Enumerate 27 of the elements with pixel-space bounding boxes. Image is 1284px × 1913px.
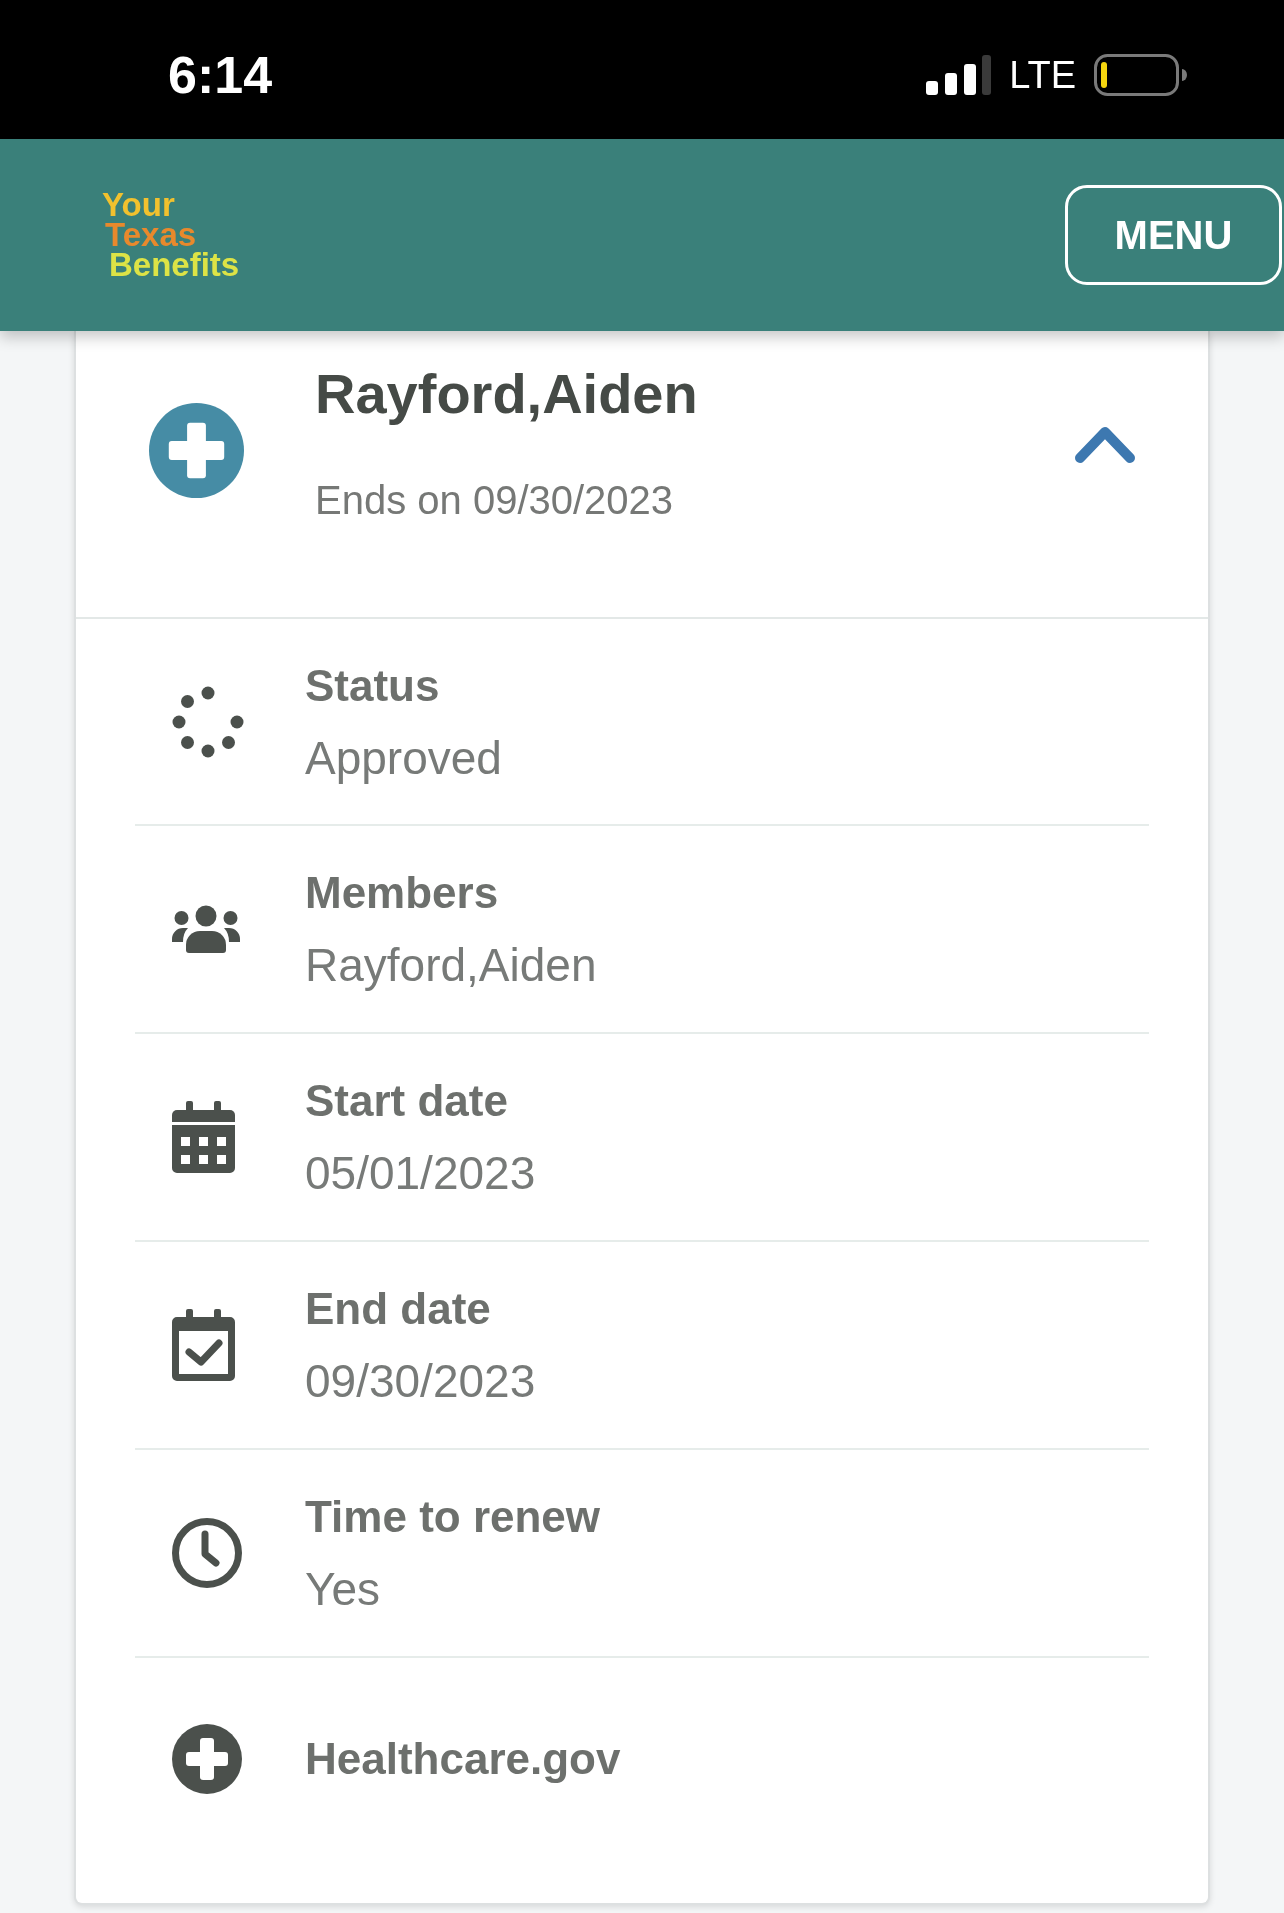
menu-button[interactable]: MENU (1065, 185, 1282, 285)
end-date-text: Ends on 09/30/2023 (315, 477, 675, 524)
detail-value: Yes (305, 1562, 381, 1617)
people-icon (172, 905, 240, 953)
clock-time: 6:14 (168, 44, 273, 105)
dotted-circle-icon (172, 685, 244, 758)
website-link[interactable]: Healthcare.gov (305, 1728, 621, 1789)
network-label: LTE (1009, 52, 1076, 97)
detail-value: Approved (305, 730, 502, 786)
benefit-holder-name: Rayford,Aiden (315, 362, 699, 426)
detail-value: 09/30/2023 (305, 1354, 536, 1409)
calendar-icon (172, 1101, 235, 1173)
plus-circle-icon (172, 1723, 242, 1794)
plus-circle-icon (149, 403, 244, 498)
battery-icon (1094, 53, 1188, 96)
chevron-up-icon[interactable] (1074, 424, 1136, 464)
signal-icon (926, 54, 992, 95)
calendar-check-icon (172, 1309, 235, 1381)
detail-label: Time to renew (305, 1491, 601, 1543)
detail-label: End date (305, 1283, 491, 1335)
logo[interactable]: Your Texas Benefits (102, 188, 240, 282)
detail-value: 05/01/2023 (305, 1146, 536, 1201)
clock-icon (172, 1518, 242, 1588)
detail-label: Status (305, 659, 440, 712)
detail-label: Start date (305, 1075, 508, 1127)
detail-value: Rayford,Aiden (305, 938, 597, 993)
detail-label: Members (305, 867, 499, 919)
